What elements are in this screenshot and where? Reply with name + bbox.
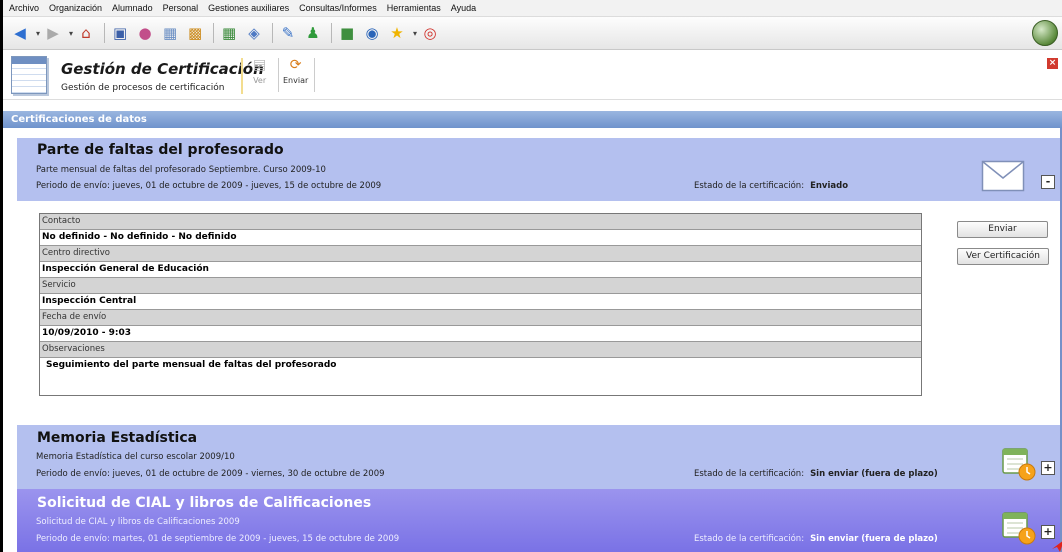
contacto-label: Contacto: [40, 214, 921, 230]
panel-description: Memoria Estadística del curso escolar 20…: [36, 452, 235, 462]
panel-title: Memoria Estadística: [37, 430, 198, 446]
expand-toggle[interactable]: +: [1041, 525, 1055, 539]
servicio-value: Inspección Central: [40, 294, 921, 310]
chart-icon[interactable]: ▦: [218, 22, 240, 44]
mail-icon[interactable]: ◉: [361, 22, 383, 44]
network-icon[interactable]: ◈: [243, 22, 265, 44]
panel-title: Solicitud de CIAL y libros de Calificaci…: [37, 495, 372, 511]
centro-label: Centro directivo: [40, 246, 921, 262]
details-table: Contacto No definido - No definido - No …: [39, 213, 922, 396]
favorites-star-icon[interactable]: ★: [386, 22, 408, 44]
certification-details: Contacto No definido - No definido - No …: [17, 201, 1060, 425]
toolbar-separator: [331, 23, 333, 43]
favorites-dropdown-icon[interactable]: ▾: [413, 29, 417, 38]
menu-bar: Archivo Organización Alumnado Personal G…: [3, 0, 1062, 17]
status-value: Enviado: [810, 181, 849, 191]
status-value: Sin enviar (fuera de plazo): [810, 534, 938, 544]
close-icon[interactable]: ×: [1047, 58, 1058, 69]
header-divider: [278, 58, 279, 92]
toolbar-separator: [272, 23, 274, 43]
centro-value: Inspección General de Educación: [40, 262, 921, 278]
help-lifebuoy-icon[interactable]: ◎: [419, 22, 441, 44]
contacto-value: No definido - No definido - No definido: [40, 230, 921, 246]
expand-toggle[interactable]: +: [1041, 461, 1055, 475]
home-icon[interactable]: ⌂: [75, 22, 97, 44]
book-icon[interactable]: ▣: [109, 22, 131, 44]
status-label: Estado de la certificación:: [694, 181, 805, 191]
enviar-button[interactable]: Enviar: [957, 221, 1048, 238]
panel-title: Parte de faltas del profesorado: [37, 142, 284, 158]
edit-icon[interactable]: ✎: [277, 22, 299, 44]
panel-status: Estado de la certificación: Enviado: [694, 181, 848, 191]
certification-panel[interactable]: Memoria Estadística Memoria Estadística …: [17, 425, 1060, 489]
enviar-action-button[interactable]: ⟳ Enviar: [283, 56, 308, 85]
panel-status: Estado de la certificación: Sin enviar (f…: [694, 534, 938, 544]
fecha-value: 10/09/2010 - 9:03: [40, 326, 921, 342]
section-title: Certificaciones de datos: [3, 111, 1062, 128]
menu-archivo[interactable]: Archivo: [9, 3, 39, 13]
page-subtitle: Gestión de procesos de certificación: [61, 83, 225, 93]
servicio-label: Servicio: [40, 278, 921, 294]
document-icon[interactable]: ■: [336, 22, 358, 44]
certifications-list: Parte de faltas del profesorado Parte me…: [3, 128, 1062, 552]
ver-action-label: Ver: [253, 76, 267, 85]
fecha-label: Fecha de envío: [40, 310, 921, 326]
ver-certificacion-button[interactable]: Ver Certificación: [957, 248, 1049, 265]
envelope-icon: [981, 160, 1025, 192]
menu-gestiones-auxiliares[interactable]: Gestiones auxiliares: [208, 3, 289, 13]
mouse-cursor-icon: [1052, 541, 1062, 552]
observaciones-label: Observaciones: [40, 342, 921, 358]
menu-consultas-informes[interactable]: Consultas/Informes: [299, 3, 377, 13]
back-icon[interactable]: ◀: [9, 22, 31, 44]
toolbar-separator: [104, 23, 106, 43]
panel-description: Solicitud de CIAL y libros de Calificaci…: [36, 517, 240, 527]
logo-globe-icon: [1032, 20, 1058, 46]
status-label: Estado de la certificación:: [694, 534, 805, 544]
forward-icon[interactable]: ▶: [42, 22, 64, 44]
menu-organizacion[interactable]: Organización: [49, 3, 102, 13]
certification-panel[interactable]: Solicitud de CIAL y libros de Calificaci…: [17, 489, 1060, 552]
grid-icon[interactable]: ▩: [184, 22, 206, 44]
calendar-clock-icon: [1002, 512, 1036, 545]
panel-period: Periodo de envío: jueves, 01 de octubre …: [36, 469, 385, 479]
panel-period: Periodo de envío: jueves, 01 de octubre …: [36, 181, 382, 191]
observaciones-value: Seguimiento del parte mensual de faltas …: [40, 358, 921, 395]
panel-description: Parte mensual de faltas del profesorado …: [36, 165, 326, 175]
menu-herramientas[interactable]: Herramientas: [387, 3, 441, 13]
header-divider: [241, 58, 243, 94]
page-header: Gestión de Certificación Gestión de proc…: [3, 50, 1062, 100]
send-icon: ⟳: [289, 57, 302, 73]
enviar-action-label: Enviar: [283, 76, 309, 85]
view-document-icon: ▤: [253, 57, 267, 73]
toolbar: ◀ ▾ ▶ ▾ ⌂ ▣ ● ▦ ▩ ▦ ◈ ✎ ♟ ■ ◉ ★ ▾ ◎: [3, 17, 1062, 50]
certification-panel[interactable]: Parte de faltas del profesorado Parte me…: [17, 138, 1060, 201]
collapse-toggle[interactable]: -: [1041, 175, 1055, 189]
ver-action-button[interactable]: ▤ Ver: [253, 56, 266, 85]
status-value: Sin enviar (fuera de plazo): [810, 469, 938, 479]
calendar-clock-icon: [1002, 448, 1036, 481]
menu-personal[interactable]: Personal: [163, 3, 199, 13]
certification-document-icon: [11, 56, 47, 94]
status-label: Estado de la certificación:: [694, 469, 805, 479]
toolbar-separator: [213, 23, 215, 43]
people-icon[interactable]: ♟: [302, 22, 324, 44]
menu-alumnado[interactable]: Alumnado: [112, 3, 153, 13]
calendar-icon[interactable]: ▦: [159, 22, 181, 44]
page-title: Gestión de Certificación: [61, 60, 264, 78]
forward-dropdown-icon[interactable]: ▾: [69, 29, 73, 38]
panel-period: Periodo de envío: martes, 01 de septiemb…: [36, 534, 400, 544]
app-window: Archivo Organización Alumnado Personal G…: [0, 0, 1062, 552]
menu-ayuda[interactable]: Ayuda: [451, 3, 476, 13]
back-dropdown-icon[interactable]: ▾: [36, 29, 40, 38]
header-divider: [314, 58, 315, 92]
panel-status: Estado de la certificación: Sin enviar (f…: [694, 469, 938, 479]
users-icon[interactable]: ●: [134, 22, 156, 44]
